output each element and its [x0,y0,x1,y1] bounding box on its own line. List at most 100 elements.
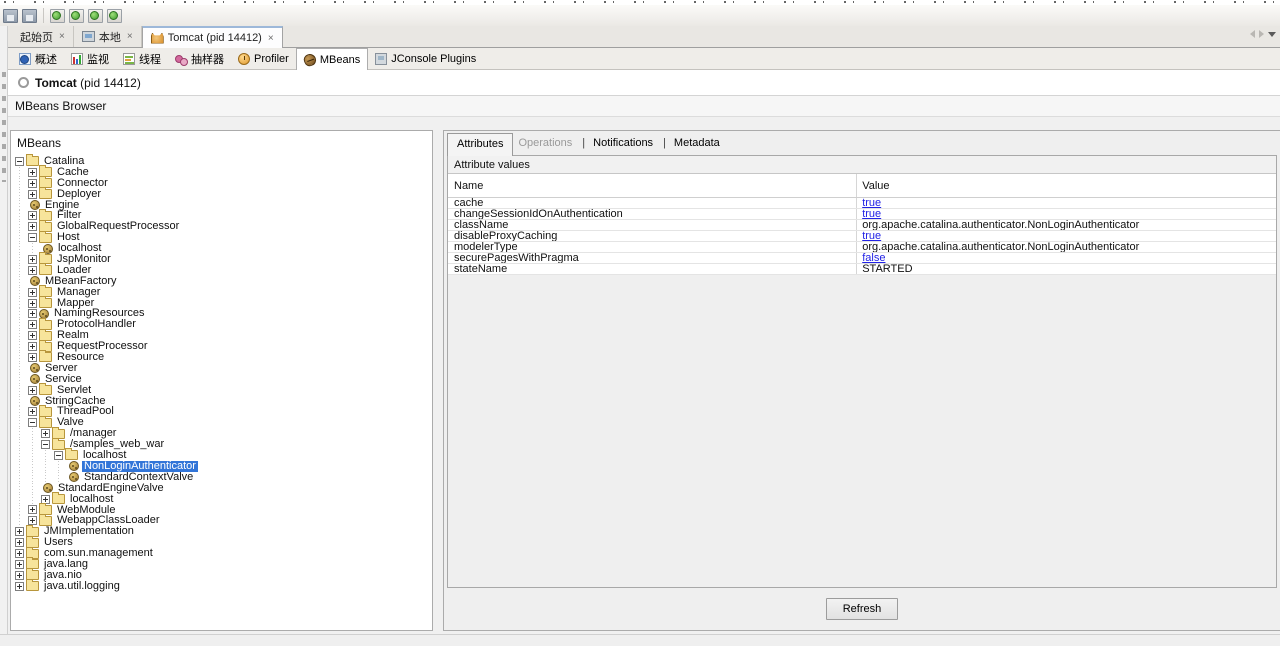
tab-list-dropdown-icon[interactable] [1268,31,1276,37]
bean-icon [69,472,79,483]
tree-guide-line [15,254,28,265]
refresh-button[interactable]: Refresh [825,598,899,620]
bean-icon [302,51,318,68]
attribute-row-modelerType[interactable]: modelerType org.apache.catalina.authentic… [448,242,1276,253]
scroll-tabs-left-icon[interactable] [1250,30,1255,38]
collapse-icon[interactable] [28,418,37,428]
tree-node-localhost[interactable]: localhost [11,448,432,461]
scroll-tabs-right-icon[interactable] [1259,30,1264,38]
tree-node-label: Deployer [57,187,102,200]
snapshot-icon-4[interactable] [107,8,122,23]
tab-label: Tomcat (pid 14412) [167,32,262,44]
attribute-row-stateName[interactable]: stateName STARTED [448,264,1276,275]
expand-icon[interactable] [28,309,37,319]
tree-guide-line [15,177,28,189]
attribute-value[interactable]: false [862,253,885,263]
tree-node-Servlet[interactable]: Servlet [11,383,432,396]
collapse-icon[interactable] [28,233,37,243]
attribute-value[interactable]: true [862,209,881,219]
snapshot-icon-2[interactable] [69,8,84,23]
tree-node-StandardContextValve[interactable]: StandardContextValve [11,471,432,483]
expand-icon[interactable] [28,222,37,232]
expand-icon[interactable] [28,178,37,188]
application-header: Tomcat (pid 14412) [8,70,1280,95]
expand-icon[interactable] [28,167,37,177]
tree-guide-line [15,428,28,440]
expand-icon[interactable] [15,559,24,569]
tree-node-java.util.logging[interactable]: java.util.logging [11,579,432,592]
expand-icon[interactable] [28,385,37,395]
detail-tab-Notifications[interactable]: Notifications [577,133,658,153]
expand-icon[interactable] [28,298,37,308]
attribute-row-cache[interactable]: cache true [448,198,1276,209]
subtab-监视[interactable]: 监视 [64,48,116,69]
expand-icon[interactable] [28,505,37,515]
tree-node-Deployer[interactable]: Deployer [11,187,432,200]
attribute-value[interactable]: true [862,231,881,241]
tree-node-localhost[interactable]: localhost [11,492,432,505]
column-header-value[interactable]: Value [856,174,1276,197]
collapse-icon[interactable] [54,450,63,460]
tree-guide-line [15,471,28,483]
attribute-value-cell: true [856,198,1276,208]
tree-guide-line [28,450,41,461]
mbeans-tree: Catalina Cache Connector Deployer Engine Filt… [11,154,432,592]
expand-icon[interactable] [15,570,24,580]
expand-icon[interactable] [28,352,37,362]
attribute-value-cell: org.apache.catalina.authenticator.NonLog… [856,242,1276,252]
snapshot-icon-3[interactable] [88,8,103,23]
subtab-MBeans[interactable]: MBeans [295,48,369,70]
tab-close-icon[interactable]: × [127,31,133,42]
tree-node-Manager[interactable]: Manager [11,285,432,298]
mbean-details-panel: Attributes Operations NotificationsMetadat… [443,130,1280,631]
save-all-icon[interactable] [22,8,37,23]
expand-icon[interactable] [15,549,24,558]
tree-node-StandardEngineValve[interactable]: StandardEngineValve [11,482,432,494]
tab-close-icon[interactable]: × [268,33,274,44]
tree-node-JMImplementation[interactable]: JMImplementation [11,524,432,537]
expand-icon[interactable] [28,189,37,199]
attribute-row-securePagesWithPragma[interactable]: securePagesWithPragma false [448,253,1276,264]
subtab-抽样器[interactable]: 抽样器 [168,48,231,69]
tab-Tomcat (pid 14412)[interactable]: Tomcat (pid 14412) × [141,26,283,48]
expand-icon[interactable] [28,331,37,341]
folder-icon [39,383,52,396]
folder-icon [39,350,52,363]
minimized-sidebar-strip[interactable] [0,26,8,634]
collapse-icon[interactable] [41,440,50,450]
detail-tab-Attributes[interactable]: Attributes [447,132,514,156]
save-icon[interactable] [3,8,18,23]
subtab-概述[interactable]: 概述 [12,48,64,69]
tree-guide-line [41,471,54,483]
tab-本地[interactable]: 本地 × [74,26,142,47]
snapshot-icon-1[interactable] [50,8,65,23]
attribute-row-className[interactable]: className org.apache.catalina.authenticat… [448,220,1276,231]
tree-node-/samples_web_war[interactable]: /samples_web_war [11,437,432,451]
expand-icon[interactable] [15,527,24,537]
tab-起始页[interactable]: 起始页 × [12,26,74,47]
attribute-value-cell: true [856,209,1276,219]
expand-icon[interactable] [28,407,37,417]
attribute-value-cell: false [856,253,1276,263]
expand-icon[interactable] [28,265,37,275]
subtab-Profiler[interactable]: Profiler [231,48,296,69]
expand-icon[interactable] [15,538,24,548]
subtab-线程[interactable]: 线程 [116,48,168,69]
expand-icon[interactable] [15,581,24,591]
subtab-JConsole Plugins[interactable]: JConsole Plugins [368,48,483,69]
expand-icon[interactable] [28,320,37,330]
attribute-row-disableProxyCaching[interactable]: disableProxyCaching true [448,231,1276,242]
collapse-icon[interactable] [15,156,24,166]
tree-node-NonLoginAuthenticator[interactable]: NonLoginAuthenticator [11,460,432,472]
attribute-value[interactable]: true [862,198,881,208]
expand-icon[interactable] [28,342,37,352]
expand-icon[interactable] [41,429,50,439]
expand-icon[interactable] [28,211,37,221]
tree-guide-line [15,493,28,505]
expand-icon[interactable] [28,254,37,264]
tab-close-icon[interactable]: × [59,31,65,42]
column-header-name[interactable]: Name [448,174,856,197]
attribute-row-changeSessionIdOnAuthentication[interactable]: changeSessionIdOnAuthentication true [448,209,1276,220]
expand-icon[interactable] [28,287,37,297]
detail-tab-Metadata[interactable]: Metadata [658,133,725,153]
